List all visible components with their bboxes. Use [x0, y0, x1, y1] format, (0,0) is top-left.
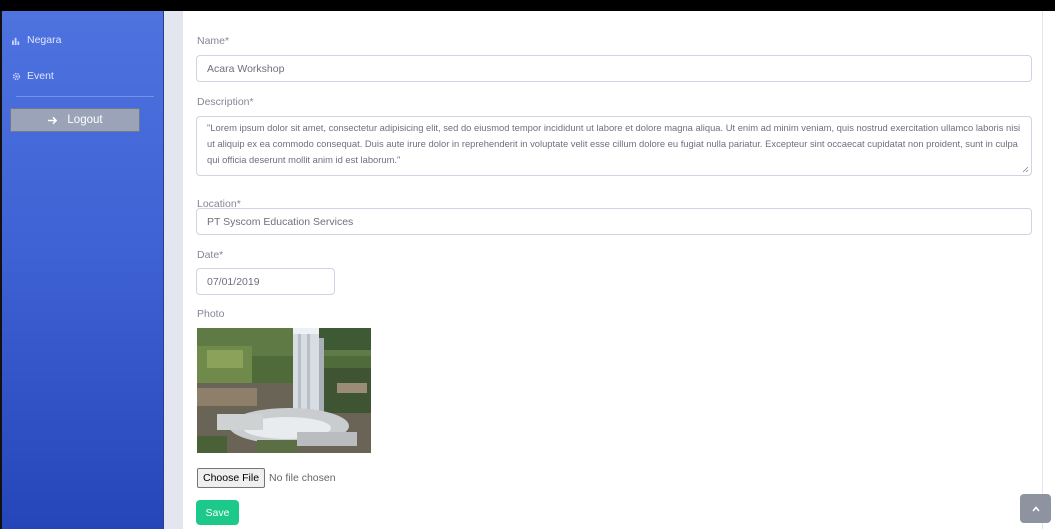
event-photo — [197, 328, 371, 453]
name-input-value: Acara Workshop — [207, 62, 285, 75]
gear-icon — [12, 72, 21, 80]
save-button[interactable]: Save — [196, 500, 239, 525]
photo-label: Photo — [197, 308, 225, 320]
logout-button[interactable]: Logout — [10, 108, 140, 132]
sidebar: Negara Event Logout — [0, 11, 164, 529]
arrow-right-icon — [48, 116, 58, 124]
description-label: Description* — [197, 96, 254, 108]
date-label: Date* — [197, 249, 224, 261]
description-textarea[interactable]: "Lorem ipsum dolor sit amet, consectetur… — [196, 116, 1032, 176]
sidebar-item-label: Event — [27, 70, 54, 82]
location-input-value: PT Syscom Education Services — [207, 215, 354, 228]
description-value: "Lorem ipsum dolor sit amet, consectetur… — [207, 122, 1021, 165]
date-input-value: 07/01/2019 — [207, 275, 260, 288]
chart-icon — [12, 37, 20, 45]
content-gutter — [164, 11, 182, 529]
name-input[interactable]: Acara Workshop — [196, 55, 1032, 82]
file-status-text: No file chosen — [269, 472, 336, 484]
page: Negara Event Logout Name* Acara Workshop… — [0, 0, 1055, 529]
sidebar-item-event[interactable]: Event — [12, 70, 54, 82]
event-form-card: Name* Acara Workshop Description* "Lorem… — [182, 11, 1043, 529]
sidebar-item-label: Negara — [27, 34, 62, 46]
scroll-to-top-button[interactable] — [1020, 494, 1051, 523]
date-input[interactable]: 07/01/2019 — [196, 268, 335, 295]
top-bar — [0, 0, 1055, 11]
logout-label: Logout — [67, 114, 103, 126]
sidebar-divider — [16, 96, 154, 97]
file-input[interactable]: Choose File No file chosen — [197, 468, 336, 488]
sidebar-item-negara[interactable]: Negara — [12, 34, 61, 46]
choose-file-button[interactable]: Choose File — [197, 468, 266, 488]
name-label: Name* — [197, 35, 230, 47]
resize-handle-icon[interactable] — [1022, 166, 1029, 173]
chevron-up-icon — [1031, 505, 1040, 512]
location-input[interactable]: PT Syscom Education Services — [196, 208, 1032, 235]
